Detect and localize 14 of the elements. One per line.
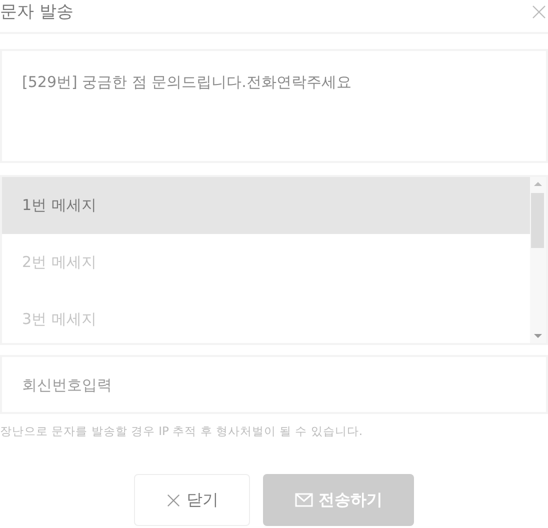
scroll-up-icon[interactable] (534, 181, 542, 186)
scroll-down-icon[interactable] (534, 334, 542, 339)
close-button[interactable]: 닫기 (134, 474, 250, 526)
message-field[interactable]: [529번] 궁금한 점 문의드립니다.전화연락주세요 (0, 49, 548, 163)
close-icon (531, 4, 547, 20)
warning-notice: 장난으로 문자를 발송할 경우 IP 추적 후 형사처벌이 될 수 있습니다. (0, 424, 364, 439)
close-icon (166, 492, 180, 508)
scrollbar-thumb[interactable] (531, 193, 544, 248)
dialog-title: 문자 발송 (0, 0, 74, 22)
mail-icon (294, 493, 312, 507)
reply-number-field[interactable]: 회신번호입력 (0, 355, 548, 414)
close-button[interactable] (531, 4, 547, 20)
scrollbar[interactable] (530, 177, 546, 343)
message-template-item[interactable]: 1번 메세지 (2, 177, 530, 234)
